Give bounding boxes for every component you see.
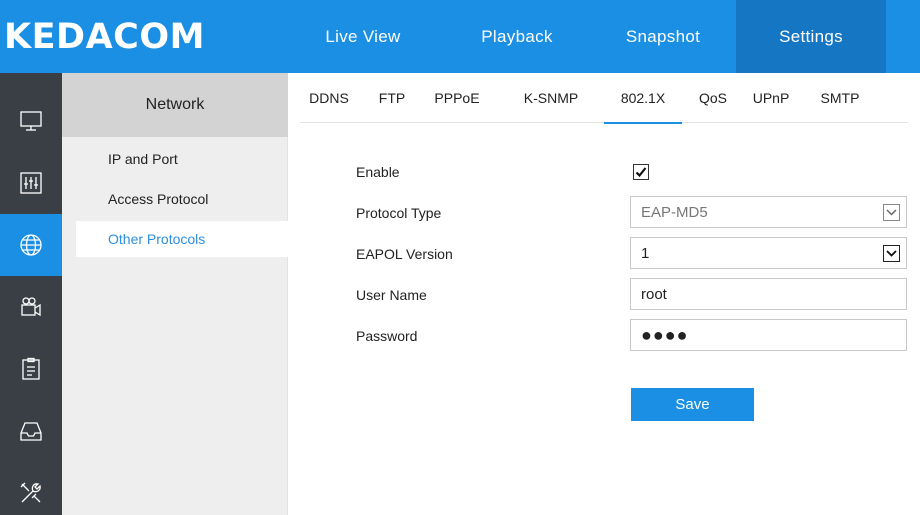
eapol-version-value: 1 — [641, 244, 650, 262]
clipboard-icon — [22, 357, 40, 380]
tab-upnp[interactable]: UPnP — [747, 73, 795, 123]
chevron-down-icon — [886, 209, 897, 216]
brand-logo: KEDACOM — [4, 16, 205, 57]
tab-qos[interactable]: QoS — [692, 73, 734, 123]
user-name-value: root — [641, 285, 667, 303]
checkmark-icon — [635, 167, 647, 178]
nav-snapshot[interactable]: Snapshot — [596, 0, 730, 73]
tab-smtp[interactable]: SMTP — [814, 73, 866, 123]
save-button[interactable]: Save — [631, 388, 754, 421]
submenu-title: Network — [62, 73, 288, 137]
tab-ftp[interactable]: FTP — [372, 73, 412, 123]
password-input[interactable]: ●●●● — [630, 319, 907, 351]
globe-icon — [20, 234, 42, 256]
top-bar: KEDACOM Live View Playback Snapshot Sett… — [0, 0, 920, 73]
tab-802-1x[interactable]: 802.1X — [604, 73, 682, 124]
dropdown-arrow — [883, 204, 900, 221]
tab-pppoe[interactable]: PPPoE — [428, 73, 486, 123]
password-value: ●●●● — [641, 325, 689, 345]
sidebar-item-storage[interactable] — [0, 400, 62, 462]
enable-checkbox[interactable] — [633, 164, 649, 180]
monitor-icon — [20, 111, 42, 131]
protocol-type-select[interactable]: EAP-MD5 — [630, 196, 907, 228]
sidebar-item-network[interactable] — [0, 214, 62, 276]
password-label: Password — [356, 328, 418, 344]
protocol-type-label: Protocol Type — [356, 205, 442, 221]
dropdown-arrow — [883, 245, 900, 262]
enable-label: Enable — [356, 164, 400, 180]
network-submenu: Network IP and Port Access Protocol Othe… — [62, 73, 288, 515]
sidebar-item-equalizer[interactable] — [0, 152, 62, 214]
nav-live-view[interactable]: Live View — [296, 0, 430, 73]
eapol-version-select[interactable]: 1 — [630, 237, 907, 269]
submenu-item-other-protocols[interactable]: Other Protocols — [76, 221, 288, 257]
equalizer-icon — [20, 172, 42, 194]
icon-sidebar — [0, 73, 62, 515]
protocol-tabs: DDNS FTP PPPoE K-SNMP 802.1X QoS UPnP SM… — [300, 73, 908, 124]
eapol-version-label: EAPOL Version — [356, 246, 453, 262]
protocol-type-value: EAP-MD5 — [641, 203, 708, 221]
sidebar-item-camera[interactable] — [0, 276, 62, 338]
nav-playback[interactable]: Playback — [450, 0, 584, 73]
tab-k-snmp[interactable]: K-SNMP — [514, 73, 588, 123]
tools-icon — [20, 482, 41, 503]
submenu-item-ip-and-port[interactable]: IP and Port — [76, 141, 288, 177]
sidebar-item-maintenance[interactable] — [0, 462, 62, 515]
user-name-input[interactable]: root — [630, 278, 907, 310]
sidebar-item-monitor[interactable] — [0, 90, 62, 152]
tab-ddns[interactable]: DDNS — [304, 73, 354, 123]
submenu-item-access-protocol[interactable]: Access Protocol — [76, 181, 288, 217]
inbox-icon — [20, 422, 42, 441]
user-name-label: User Name — [356, 287, 427, 303]
chevron-down-icon — [886, 250, 897, 257]
nav-settings[interactable]: Settings — [736, 0, 886, 73]
camera-icon — [21, 297, 41, 317]
sidebar-item-records[interactable] — [0, 338, 62, 400]
